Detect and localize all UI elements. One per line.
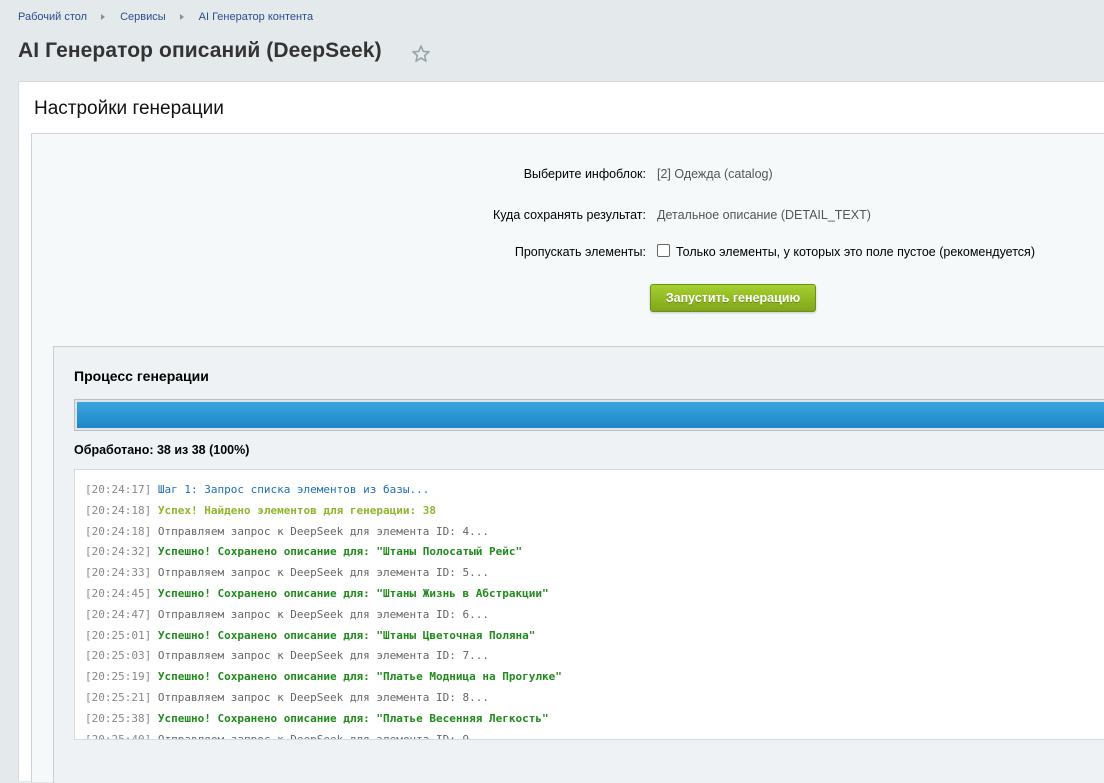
- iblock-label: Выберите инфоблок:: [523, 167, 646, 181]
- generation-process-block: Процесс генерации Обработано: 38 из 38 (…: [53, 346, 1104, 783]
- log-line: [20:24:45] Успешно! Сохранено описание д…: [85, 584, 562, 605]
- log-output[interactable]: [20:24:17] Шаг 1: Запрос списка элементо…: [74, 469, 1104, 740]
- log-message: Отправляем запрос к DeepSeek для элемент…: [157, 566, 489, 580]
- breadcrumb-ai-generator[interactable]: AI Генератор контента: [199, 11, 313, 23]
- log-message: Шаг 1: Запрос списка элементов из базы..…: [157, 483, 430, 496]
- log-line: [20:25:19] Успешно! Сохранено описание д…: [85, 667, 562, 688]
- breadcrumb-separator-icon: [101, 14, 106, 20]
- breadcrumb: Рабочий стол Сервисы AI Генератор контен…: [18, 11, 313, 23]
- log-timestamp: [20:24:33]: [85, 566, 152, 580]
- log-message: Успешно! Сохранено описание для: "Платье…: [157, 711, 549, 725]
- log-timestamp: [20:25:01]: [85, 628, 152, 642]
- skip-label: Пропускать элементы:: [514, 245, 646, 259]
- log-lines: [20:24:17] Шаг 1: Запрос списка элементо…: [85, 480, 562, 740]
- log-message: Отправляем запрос к DeepSeek для элемент…: [157, 732, 489, 740]
- log-line: [20:25:40] Отправляем запрос к DeepSeek …: [85, 730, 562, 740]
- breadcrumb-services[interactable]: Сервисы: [120, 11, 166, 23]
- log-timestamp: [20:25:38]: [85, 711, 152, 725]
- skip-empty-checkbox[interactable]: [657, 244, 670, 257]
- target-value: Детальное описание (DETAIL_TEXT): [657, 208, 871, 222]
- log-line: [20:24:32] Успешно! Сохранено описание д…: [85, 542, 562, 563]
- log-line: [20:24:18] Успех! Найдено элементов для …: [85, 501, 562, 522]
- log-message: Успешно! Сохранено описание для: "Платье…: [157, 670, 562, 684]
- log-message: Отправляем запрос к DeepSeek для элемент…: [157, 690, 489, 704]
- log-line: [20:25:38] Успешно! Сохранено описание д…: [85, 709, 562, 730]
- settings-form: Выберите инфоблок: [2] Одежда (catalog) …: [31, 133, 1104, 783]
- run-generation-button[interactable]: Запустить генерацию: [650, 284, 816, 312]
- log-line: [20:25:03] Отправляем запрос к DeepSeek …: [85, 646, 562, 667]
- target-label: Куда сохранять результат:: [492, 208, 646, 222]
- panel-title: Настройки генерации: [34, 98, 224, 119]
- progress-bar: [74, 399, 1104, 431]
- processed-count: Обработано: 38 из 38 (100%): [74, 443, 250, 457]
- log-timestamp: [20:24:18]: [85, 524, 152, 538]
- progress-bar-fill: [77, 402, 1104, 428]
- log-line: [20:24:17] Шаг 1: Запрос списка элементо…: [85, 480, 562, 501]
- breadcrumb-separator-icon: [179, 14, 184, 20]
- log-line: [20:25:21] Отправляем запрос к DeepSeek …: [85, 688, 562, 709]
- page-title: AI Генератор описаний (DeepSeek): [18, 39, 382, 62]
- breadcrumb-desktop[interactable]: Рабочий стол: [18, 11, 87, 23]
- log-timestamp: [20:24:17]: [85, 483, 152, 496]
- process-title: Процесс генерации: [74, 368, 209, 384]
- log-timestamp: [20:25:19]: [85, 670, 152, 684]
- log-timestamp: [20:24:45]: [85, 586, 152, 600]
- log-message: Успешно! Сохранено описание для: "Штаны …: [157, 628, 536, 642]
- log-line: [20:24:47] Отправляем запрос к DeepSeek …: [85, 605, 562, 626]
- log-timestamp: [20:24:47]: [85, 607, 152, 621]
- log-timestamp: [20:25:03]: [85, 649, 152, 663]
- log-timestamp: [20:24:18]: [85, 503, 152, 517]
- settings-panel: Настройки генерации Выберите инфоблок: […: [18, 81, 1104, 783]
- log-timestamp: [20:25:40]: [85, 732, 152, 740]
- log-line: [20:25:01] Успешно! Сохранено описание д…: [85, 626, 562, 647]
- log-message: Отправляем запрос к DeepSeek для элемент…: [157, 524, 489, 538]
- log-timestamp: [20:25:21]: [85, 690, 152, 704]
- log-message: Успешно! Сохранено описание для: "Штаны …: [157, 545, 523, 559]
- favorite-star-icon[interactable]: [411, 44, 431, 64]
- log-line: [20:24:18] Отправляем запрос к DeepSeek …: [85, 522, 562, 543]
- skip-empty-option-label[interactable]: Только элементы, у которых это поле пуст…: [676, 245, 1035, 259]
- iblock-value: [2] Одежда (catalog): [657, 167, 773, 181]
- log-timestamp: [20:24:32]: [85, 545, 152, 559]
- log-message: Отправляем запрос к DeepSeek для элемент…: [157, 649, 489, 663]
- log-message: Успех! Найдено элементов для генерации: …: [157, 503, 437, 517]
- log-message: Отправляем запрос к DeepSeek для элемент…: [157, 607, 489, 621]
- log-message: Успешно! Сохранено описание для: "Штаны …: [157, 586, 549, 600]
- log-line: [20:24:33] Отправляем запрос к DeepSeek …: [85, 563, 562, 584]
